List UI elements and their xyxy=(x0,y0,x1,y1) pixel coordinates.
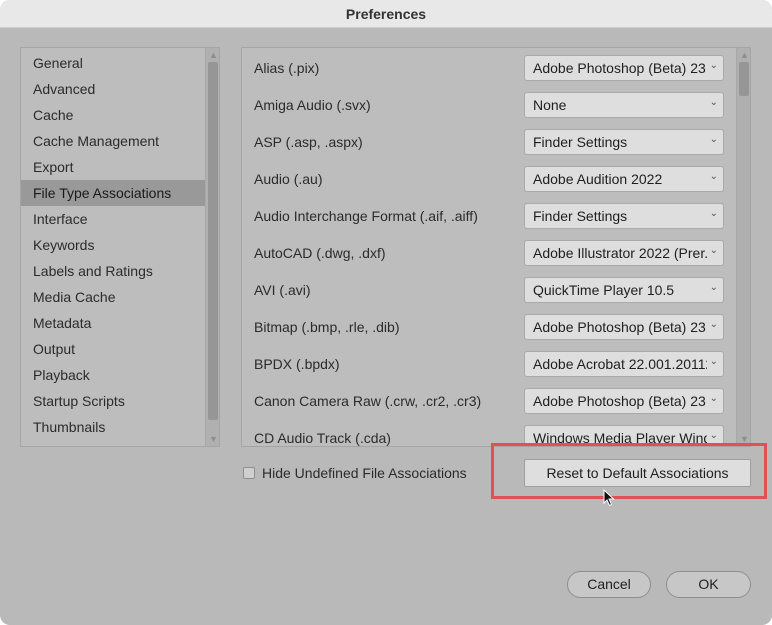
chevron-down-icon: ⌄ xyxy=(709,134,718,145)
scroll-down-icon[interactable]: ▼ xyxy=(209,435,218,444)
application-value: Adobe Photoshop (Beta) 23.4 xyxy=(533,60,707,76)
application-value: Adobe Acrobat 22.001.20112 xyxy=(533,356,707,372)
associations-panel: Alias (.pix) Adobe Photoshop (Beta) 23.4 ⌄… xyxy=(241,47,751,447)
file-type-label: AutoCAD (.dwg, .dxf) xyxy=(254,245,386,261)
file-type-label: Amiga Audio (.svx) xyxy=(254,97,371,113)
application-dropdown[interactable]: Adobe Photoshop (Beta) 23.4 ⌄ xyxy=(524,314,724,340)
file-type-label: CD Audio Track (.cda) xyxy=(254,430,391,446)
scroll-up-icon[interactable]: ▲ xyxy=(740,51,749,60)
sidebar-item[interactable]: Output xyxy=(21,336,205,362)
preferences-window: Preferences General Advanced Cache Cache Ma… xyxy=(0,0,772,625)
ok-button[interactable]: OK xyxy=(666,571,751,598)
application-dropdown[interactable]: Adobe Audition 2022 ⌄ xyxy=(524,166,724,192)
chevron-down-icon: ⌄ xyxy=(709,171,718,182)
sidebar-item[interactable]: Playback xyxy=(21,362,205,388)
sidebar-item[interactable]: Interface xyxy=(21,206,205,232)
sidebar-item[interactable]: Media Cache xyxy=(21,284,205,310)
chevron-down-icon: ⌄ xyxy=(709,430,718,441)
application-value: Adobe Illustrator 2022 (Prer... xyxy=(533,245,707,261)
file-type-label: AVI (.avi) xyxy=(254,282,311,298)
sidebar-item[interactable]: Metadata xyxy=(21,310,205,336)
association-row: BPDX (.bpdx) Adobe Acrobat 22.001.20112 ⌄ xyxy=(242,346,736,383)
file-type-label: Bitmap (.bmp, .rle, .dib) xyxy=(254,319,400,335)
sidebar-item[interactable]: Keywords xyxy=(21,232,205,258)
reset-to-default-button[interactable]: Reset to Default Associations xyxy=(524,459,751,487)
application-dropdown[interactable]: Finder Settings ⌄ xyxy=(524,129,724,155)
sidebar-scroll-thumb[interactable] xyxy=(208,62,218,420)
file-type-label: Audio (.au) xyxy=(254,171,323,187)
chevron-down-icon: ⌄ xyxy=(709,208,718,219)
application-dropdown[interactable]: QuickTime Player 10.5 ⌄ xyxy=(524,277,724,303)
sidebar-item[interactable]: Thumbnails xyxy=(21,414,205,440)
file-type-label: ASP (.asp, .aspx) xyxy=(254,134,363,150)
chevron-down-icon: ⌄ xyxy=(709,319,718,330)
association-row: Audio Interchange Format (.aif, .aiff) Fi… xyxy=(242,198,736,235)
cancel-button[interactable]: Cancel xyxy=(567,571,651,598)
sidebar-item[interactable]: General xyxy=(21,50,205,76)
scroll-down-icon[interactable]: ▼ xyxy=(740,435,749,444)
sidebar-item[interactable]: Advanced xyxy=(21,76,205,102)
sidebar-item[interactable]: Cache Management xyxy=(21,128,205,154)
sidebar-item[interactable]: Startup Scripts xyxy=(21,388,205,414)
application-dropdown[interactable]: Finder Settings ⌄ xyxy=(524,203,724,229)
application-dropdown[interactable]: Adobe Acrobat 22.001.20112 ⌄ xyxy=(524,351,724,377)
application-value: Adobe Audition 2022 xyxy=(533,171,663,187)
association-row: AutoCAD (.dwg, .dxf) Adobe Illustrator 20… xyxy=(242,235,736,272)
application-value: Adobe Photoshop (Beta) 23.4 xyxy=(533,393,707,409)
associations-scroll-thumb[interactable] xyxy=(739,62,749,96)
association-row: AVI (.avi) QuickTime Player 10.5 ⌄ xyxy=(242,272,736,309)
file-type-label: Canon Camera Raw (.crw, .cr2, .cr3) xyxy=(254,393,482,409)
application-dropdown[interactable]: Adobe Illustrator 2022 (Prer... ⌄ xyxy=(524,240,724,266)
file-type-label: Audio Interchange Format (.aif, .aiff) xyxy=(254,208,478,224)
scroll-up-icon[interactable]: ▲ xyxy=(209,51,218,60)
association-row: Canon Camera Raw (.crw, .cr2, .cr3) Adobe… xyxy=(242,383,736,420)
sidebar-item[interactable]: File Type Associations xyxy=(21,180,205,206)
chevron-down-icon: ⌄ xyxy=(709,356,718,367)
chevron-down-icon: ⌄ xyxy=(709,245,718,256)
application-value: Finder Settings xyxy=(533,208,628,224)
application-value: None xyxy=(533,97,567,113)
window-title: Preferences xyxy=(345,6,427,22)
application-dropdown[interactable]: Adobe Photoshop (Beta) 23.4 ⌄ xyxy=(524,55,724,81)
sidebar-item[interactable]: Export xyxy=(21,154,205,180)
file-type-label: BPDX (.bpdx) xyxy=(254,356,340,372)
associations-scrollbar[interactable]: ▲ ▼ xyxy=(736,48,750,446)
mouse-pointer-icon xyxy=(603,489,615,507)
hide-undefined-checkbox[interactable] xyxy=(243,467,255,479)
application-value: Finder Settings xyxy=(533,134,628,150)
chevron-down-icon: ⌄ xyxy=(709,393,718,404)
association-row: ASP (.asp, .aspx) Finder Settings ⌄ xyxy=(242,124,736,161)
application-dropdown[interactable]: Adobe Photoshop (Beta) 23.4 ⌄ xyxy=(524,388,724,414)
sidebar-scrollbar[interactable]: ▲ ▼ xyxy=(205,48,219,446)
title-bar: Preferences xyxy=(0,0,772,28)
chevron-down-icon: ⌄ xyxy=(709,282,718,293)
association-row: Alias (.pix) Adobe Photoshop (Beta) 23.4 ⌄ xyxy=(242,50,736,87)
sidebar: General Advanced Cache Cache Management Expo… xyxy=(20,47,220,447)
application-value: QuickTime Player 10.5 xyxy=(533,282,675,298)
chevron-down-icon: ⌄ xyxy=(709,97,718,108)
sidebar-item[interactable]: Cache xyxy=(21,102,205,128)
hide-undefined-label: Hide Undefined File Associations xyxy=(262,465,467,481)
association-row: Amiga Audio (.svx) None ⌄ xyxy=(242,87,736,124)
chevron-down-icon: ⌄ xyxy=(709,60,718,71)
sidebar-list: General Advanced Cache Cache Management Expo… xyxy=(21,50,205,440)
associations-list: Alias (.pix) Adobe Photoshop (Beta) 23.4 ⌄… xyxy=(242,50,736,446)
association-row: Bitmap (.bmp, .rle, .dib) Adobe Photoshop… xyxy=(242,309,736,346)
sidebar-item[interactable]: Labels and Ratings xyxy=(21,258,205,284)
association-row: Audio (.au) Adobe Audition 2022 ⌄ xyxy=(242,161,736,198)
application-dropdown[interactable]: None ⌄ xyxy=(524,92,724,118)
file-type-label: Alias (.pix) xyxy=(254,60,320,76)
application-value: Adobe Photoshop (Beta) 23.4 xyxy=(533,319,707,335)
